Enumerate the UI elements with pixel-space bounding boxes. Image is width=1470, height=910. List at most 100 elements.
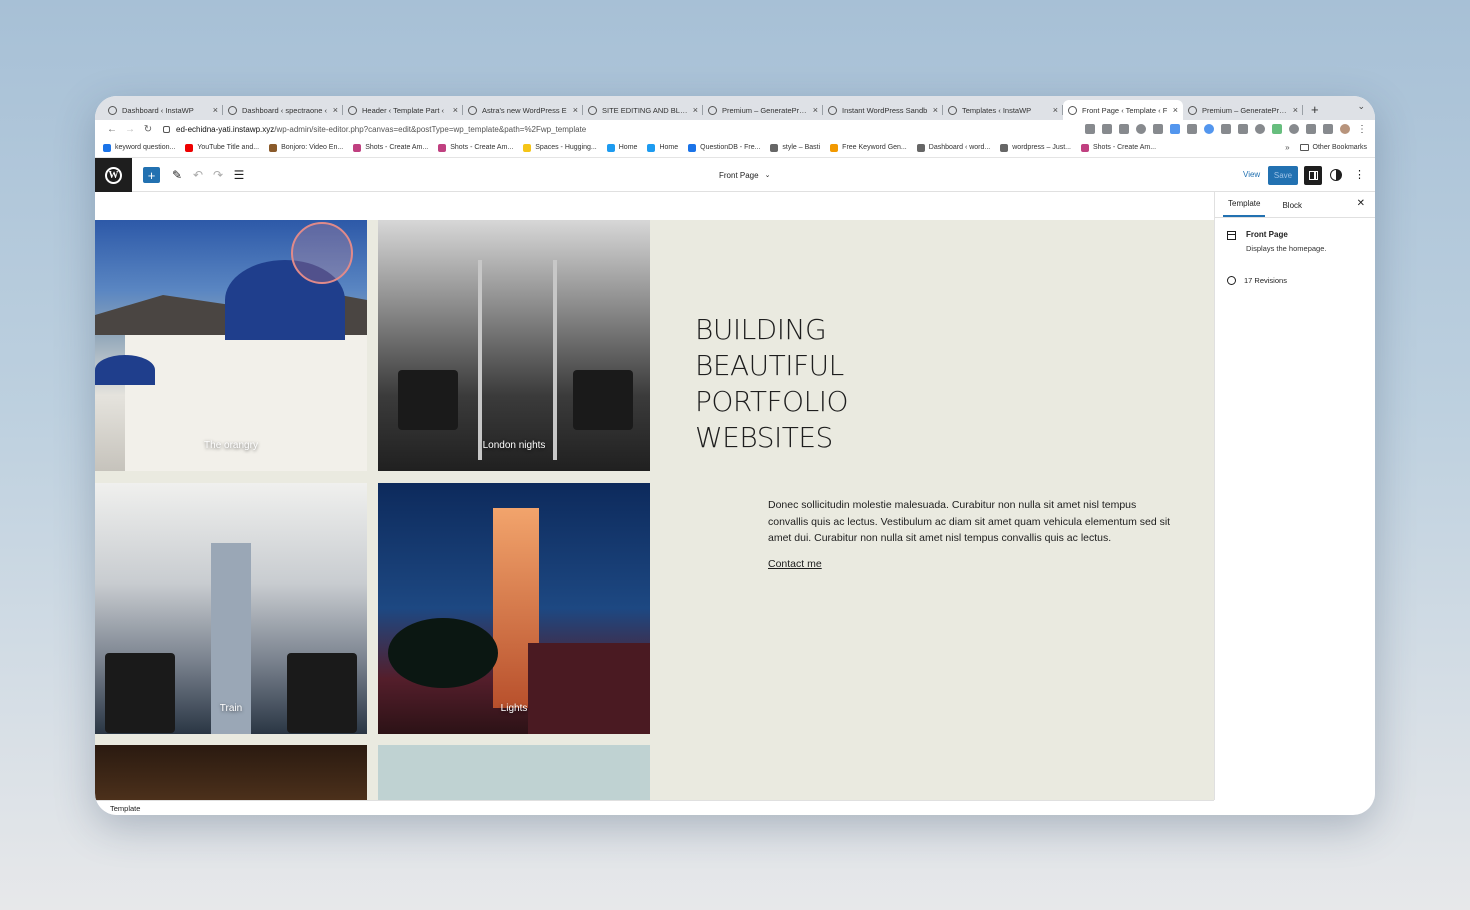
redo-icon[interactable]: ↷ <box>211 167 225 183</box>
favicon-icon <box>828 105 837 115</box>
close-tab-icon[interactable]: × <box>213 105 218 115</box>
browser-menu-icon[interactable]: ⋮ <box>1357 124 1367 135</box>
bookmark-item[interactable]: Shots - Create Am... <box>353 143 428 152</box>
wordpress-logo-button[interactable]: W <box>95 158 132 192</box>
photo-tile[interactable] <box>95 745 367 800</box>
view-button[interactable]: View <box>1243 167 1260 183</box>
spiral-extension-icon[interactable] <box>1255 124 1265 134</box>
bookmark-item[interactable]: Spaces - Hugging... <box>523 143 597 152</box>
hero-section[interactable]: The orangry London nights Train Lights B… <box>95 220 1214 800</box>
close-tab-icon[interactable]: × <box>453 105 458 115</box>
browser-tab[interactable]: Astra's new WordPress E × <box>463 100 583 120</box>
close-tab-icon[interactable]: × <box>333 105 338 115</box>
editor-toolbar: W + ✎ ↶ ↷ ☰ Front Page ⌄ View Save ⋮ <box>95 158 1375 192</box>
hero-heading[interactable]: BUILDING BEAUTIFUL PORTFOLIO WEBSITES <box>695 312 849 456</box>
settings-sidebar-toggle[interactable] <box>1304 166 1322 185</box>
photo-tile[interactable] <box>378 745 650 800</box>
contact-link[interactable]: Contact me <box>768 558 822 570</box>
profile-avatar[interactable] <box>1340 124 1350 134</box>
bookmark-item[interactable]: Dashboard ‹ word... <box>916 143 990 152</box>
favicon-icon <box>228 105 237 115</box>
bookmark-item[interactable]: style – Basti <box>770 143 820 152</box>
tab-search-chevron-icon[interactable]: ⌄ <box>1357 101 1365 112</box>
grid-extension-icon[interactable] <box>1272 124 1282 134</box>
folder-icon <box>1299 144 1309 151</box>
close-icon[interactable]: ✕ <box>1357 198 1365 209</box>
other-bookmarks[interactable]: Other Bookmarks <box>1299 144 1367 151</box>
browser-tab[interactable]: Dashboard ‹ spectraone ‹ × <box>223 100 343 120</box>
bookmark-item[interactable]: Home <box>647 143 678 152</box>
undo-icon[interactable]: ↶ <box>191 167 205 183</box>
photo-lights[interactable]: Lights <box>378 483 650 734</box>
hero-paragraph[interactable]: Donec sollicitudin molestie malesuada. C… <box>768 497 1178 547</box>
s-extension-icon[interactable] <box>1170 124 1180 134</box>
close-tab-icon[interactable]: × <box>1053 105 1058 115</box>
bookmark-item[interactable]: Free Keyword Gen... <box>830 143 907 152</box>
more-bookmarks-icon[interactable]: » <box>1285 143 1289 152</box>
browser-tab[interactable]: Premium – GeneratePress × <box>703 100 823 120</box>
bookmark-item[interactable]: Home <box>606 143 637 152</box>
camera-extension-icon[interactable] <box>1153 124 1163 134</box>
bookmark-item[interactable]: QuestionDB - Fre... <box>688 143 760 152</box>
photo-caption: The orangry <box>204 440 258 451</box>
chevron-down-icon: ⌄ <box>764 172 771 179</box>
close-tab-icon[interactable]: × <box>1173 105 1178 115</box>
document-title-dropdown[interactable]: Front Page ⌄ <box>719 158 770 192</box>
globe-extension-icon[interactable] <box>1204 124 1214 134</box>
tab-template[interactable]: Template <box>1223 199 1266 217</box>
close-tab-icon[interactable]: × <box>933 105 938 115</box>
template-info: Front Page Displays the homepage. <box>1227 230 1326 253</box>
bookmark-item[interactable]: keyword question... <box>103 143 175 152</box>
url-field[interactable]: ed-echidna-yati.instawp.xyz/wp-admin/sit… <box>163 122 1085 136</box>
add-block-button[interactable]: + <box>143 167 160 183</box>
page-extension-icon[interactable] <box>1187 124 1197 134</box>
eyedropper-extension-icon[interactable] <box>1119 124 1129 134</box>
list-view-icon[interactable]: ☰ <box>232 167 246 183</box>
close-tab-icon[interactable]: × <box>573 105 578 115</box>
styles-icon[interactable] <box>1330 169 1342 181</box>
font-extension-icon[interactable] <box>1221 124 1231 134</box>
reload-icon[interactable]: ↻ <box>139 124 157 135</box>
bookmark-item[interactable]: Bonjoro: Video En... <box>269 143 343 152</box>
photo-train[interactable]: Train <box>95 483 367 734</box>
favicon-icon <box>108 105 117 115</box>
forward-icon[interactable]: → <box>121 124 139 135</box>
youtube-icon <box>185 143 194 152</box>
bulb-extension-icon[interactable] <box>1289 124 1299 134</box>
puzzle-extensions-icon[interactable] <box>1306 124 1316 134</box>
extension-icon[interactable] <box>1136 124 1146 134</box>
browser-tab[interactable]: Templates ‹ InstaWP × <box>943 100 1063 120</box>
browser-tab[interactable]: SITE EDITING AND BLOC × <box>583 100 703 120</box>
side-panel-icon[interactable] <box>1323 124 1333 134</box>
browser-tab-active[interactable]: Front Page ‹ Template ‹ F × <box>1063 100 1183 120</box>
photo-orangry[interactable]: The orangry <box>95 220 367 471</box>
bookmark-item[interactable]: wordpress – Just... <box>1000 143 1071 152</box>
tab-block[interactable]: Block <box>1277 201 1307 217</box>
browser-tab[interactable]: Dashboard ‹ InstaWP × <box>103 100 223 120</box>
share-icon[interactable] <box>1085 124 1095 134</box>
bookmark-item[interactable]: YouTube Title and... <box>185 143 259 152</box>
bookmark-favicon-icon <box>103 143 111 152</box>
edit-tool-icon[interactable]: ✎ <box>170 167 184 183</box>
close-tab-icon[interactable]: × <box>693 105 698 115</box>
close-tab-icon[interactable]: × <box>1293 105 1298 115</box>
sidebar-icon <box>1308 171 1318 180</box>
bookmark-star-icon[interactable] <box>1102 124 1112 134</box>
close-tab-icon[interactable]: × <box>813 105 818 115</box>
bookmark-item[interactable]: Shots - Create Am... <box>1081 143 1156 152</box>
back-icon[interactable]: ← <box>103 124 121 135</box>
photo-caption: London nights <box>482 440 546 451</box>
revisions-link[interactable]: 17 Revisions <box>1227 276 1287 285</box>
settings-sidebar: Template Block ✕ Front Page Displays the… <box>1214 192 1375 800</box>
editor-canvas[interactable]: The orangry London nights Train Lights B… <box>95 192 1214 800</box>
breadcrumb-item[interactable]: Template <box>110 804 140 813</box>
browser-tab[interactable]: Instant WordPress Sandb × <box>823 100 943 120</box>
options-menu-icon[interactable]: ⋮ <box>1354 166 1365 184</box>
photo-london-nights[interactable]: London nights <box>378 220 650 471</box>
screenshot-extension-icon[interactable] <box>1238 124 1248 134</box>
browser-tab[interactable]: Premium – GeneratePress × <box>1183 100 1303 120</box>
browser-tab[interactable]: Header ‹ Template Part ‹ × <box>343 100 463 120</box>
save-button[interactable]: Save <box>1268 166 1298 185</box>
bookmark-item[interactable]: Shots - Create Am... <box>438 143 513 152</box>
new-tab-button[interactable]: + <box>1311 100 1319 120</box>
